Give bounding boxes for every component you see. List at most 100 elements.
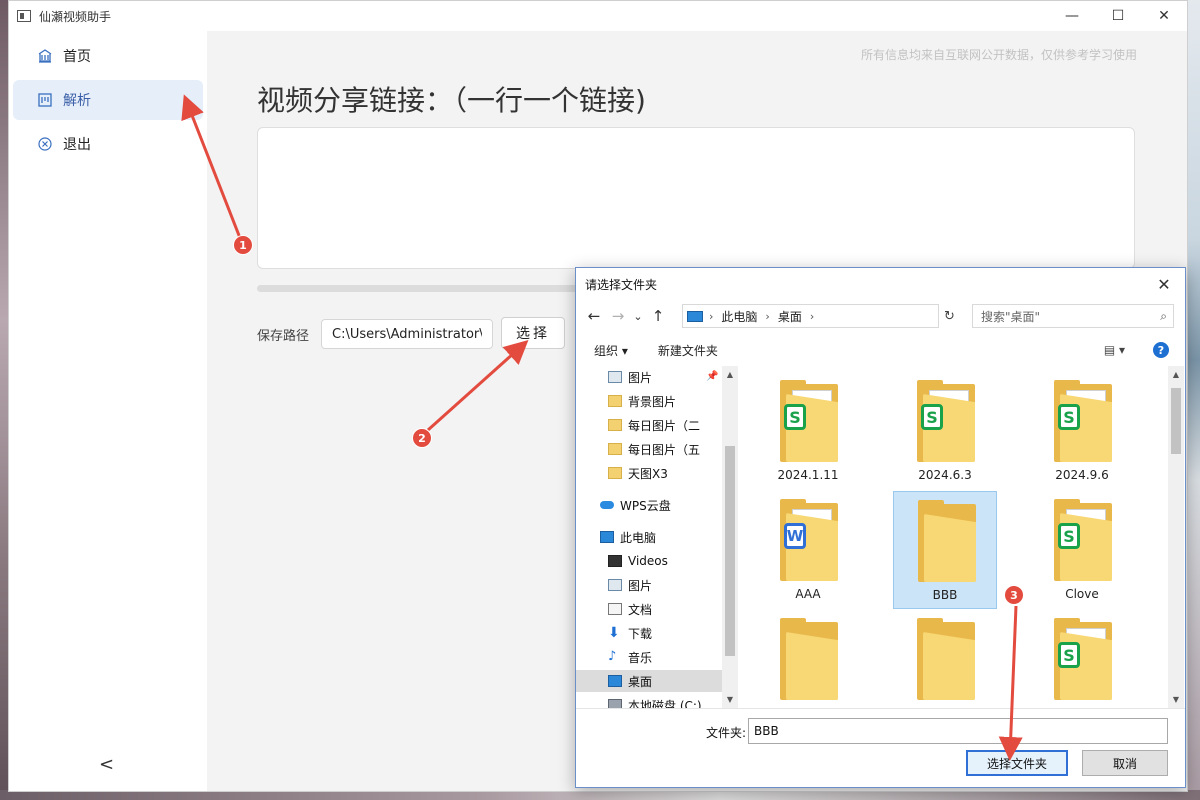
sidebar-item-label: 退出 [63, 137, 91, 153]
back-arrow-icon[interactable]: ← [582, 307, 606, 325]
minimize-button[interactable]: — [1049, 1, 1095, 31]
documents-icon [608, 603, 622, 615]
sidebar-item-parse[interactable]: 解析 [13, 80, 203, 120]
folder-name: AAA [795, 587, 821, 601]
organize-menu[interactable]: 组织 ▾ [594, 342, 628, 359]
sidebar-item-home[interactable]: 首页 [13, 36, 203, 76]
dialog-toolbar: 组织 ▾ 新建文件夹 ▤ ▾ ? [576, 334, 1185, 366]
scroll-down-icon[interactable]: ▼ [722, 695, 738, 704]
tree-item-pictures-quick[interactable]: 图片 [608, 366, 652, 388]
folder-icon [918, 500, 976, 582]
tree-item-folder[interactable]: 背景图片 [608, 390, 676, 412]
tree-item-label: 桌面 [628, 674, 653, 689]
tree-item-label: 此电脑 [620, 530, 657, 545]
scroll-down-icon[interactable]: ▼ [1168, 695, 1184, 704]
folder-name-input[interactable] [748, 718, 1168, 744]
save-path-input[interactable] [321, 319, 493, 349]
tree-item-folder[interactable]: 每日图片（二 [608, 414, 700, 436]
annotation-marker-3: 3 [1004, 585, 1024, 605]
save-path-label: 保存路径 [257, 329, 310, 344]
tree-item-folder[interactable]: 天图X3 [608, 462, 668, 484]
tree-item-label: 本地磁盘 (C:) [628, 698, 702, 709]
folder-item[interactable]: S [1030, 610, 1134, 708]
chevron-right-icon: › [709, 309, 714, 323]
sidebar-item-label: 解析 [63, 93, 91, 109]
parse-icon [37, 92, 53, 108]
sidebar-item-exit[interactable]: 退出 [13, 124, 203, 164]
refresh-button[interactable]: ↻ [938, 304, 960, 328]
folder-item[interactable]: W AAA [756, 491, 860, 609]
breadcrumb-item[interactable]: 桌面 [778, 308, 802, 325]
folder-item[interactable] [893, 610, 997, 708]
tree-item-label: Videos [628, 554, 668, 568]
downloads-icon: ⬇ [608, 625, 620, 641]
tree-item-label: 图片 [628, 370, 653, 385]
select-folder-button[interactable]: 选择文件夹 [966, 750, 1068, 776]
tree-item-pictures[interactable]: 图片 [608, 574, 652, 596]
help-icon[interactable]: ? [1153, 342, 1169, 358]
scrollbar-thumb[interactable] [1171, 388, 1181, 454]
tree-item-label: 音乐 [628, 650, 653, 665]
dialog-navigation-bar: ← → ⌄ ↑ › 此电脑 › 桌面 › ↻ 搜索"桌面" ⌕ [576, 300, 1185, 332]
search-input[interactable]: 搜索"桌面" ⌕ [972, 304, 1174, 328]
folder-icon [608, 443, 622, 455]
computer-icon [600, 531, 614, 543]
tree-item-documents[interactable]: 文档 [608, 598, 652, 620]
tree-item-music[interactable]: ♪ 音乐 [608, 646, 652, 668]
new-folder-button[interactable]: 新建文件夹 [658, 342, 718, 359]
forward-arrow-icon[interactable]: → [606, 307, 630, 325]
tree-item-label: 背景图片 [628, 394, 677, 409]
tree-item-wps-cloud[interactable]: WPS云盘 [600, 494, 671, 516]
tree-item-folder[interactable]: 每日图片（五 [608, 438, 700, 460]
wps-sheet-icon: S [1058, 404, 1080, 430]
computer-icon [687, 310, 703, 322]
tree-item-desktop[interactable]: 桌面 [576, 670, 722, 692]
folder-item[interactable]: S Clove [1030, 491, 1134, 609]
wps-sheet-icon: S [1058, 642, 1080, 668]
search-icon: ⌕ [1160, 308, 1167, 323]
app-icon [17, 10, 31, 22]
recent-locations-dropdown-icon[interactable]: ⌄ [630, 310, 646, 323]
folder-name: BBB [932, 588, 958, 602]
tree-item-this-pc[interactable]: 此电脑 [600, 526, 656, 548]
video-links-textarea[interactable] [257, 127, 1135, 269]
page-title: 视频分享链接：（一行一个链接) [257, 84, 646, 117]
cancel-button[interactable]: 取消 [1082, 750, 1168, 776]
tree-scrollbar[interactable]: ▲ ▼ [722, 366, 738, 708]
dialog-titlebar: 请选择文件夹 [576, 268, 1185, 300]
collapse-sidebar-button[interactable]: < [99, 754, 114, 775]
maximize-button[interactable]: ☐ [1095, 1, 1141, 31]
music-icon: ♪ [608, 649, 617, 664]
scrollbar-thumb[interactable] [725, 446, 735, 656]
folder-icon [780, 618, 838, 700]
choose-path-button[interactable]: 选择 [501, 317, 565, 349]
tree-item-downloads[interactable]: ⬇ 下载 [608, 622, 652, 644]
folder-icon: S [1054, 618, 1112, 700]
close-button[interactable]: ✕ [1141, 1, 1187, 31]
folder-item[interactable]: S 2024.9.6 [1030, 372, 1134, 490]
tree-item-label: 每日图片（二 [628, 418, 701, 433]
folder-name: 2024.6.3 [918, 468, 972, 482]
folder-item-selected[interactable]: BBB [893, 491, 997, 609]
up-arrow-icon[interactable]: ↑ [646, 307, 670, 325]
divider [576, 708, 1185, 709]
tree-item-label: 下载 [628, 626, 653, 641]
tree-item-videos[interactable]: Videos [608, 550, 668, 572]
folder-icon: S [1054, 499, 1112, 581]
dialog-close-button[interactable]: ✕ [1151, 272, 1177, 296]
scroll-up-icon[interactable]: ▲ [1168, 370, 1184, 379]
tree-item-local-disk[interactable]: 本地磁盘 (C:) [608, 694, 702, 708]
file-grid-scrollbar[interactable]: ▲ ▼ [1168, 366, 1184, 708]
home-icon [37, 48, 53, 64]
folder-item[interactable]: S 2024.1.11 [756, 372, 860, 490]
app-title: 仙瀬视频助手 [39, 9, 112, 24]
folder-item[interactable]: S 2024.6.3 [893, 372, 997, 490]
breadcrumb-item[interactable]: 此电脑 [721, 308, 757, 325]
view-options-button[interactable]: ▤ ▾ [1104, 343, 1125, 357]
scroll-up-icon[interactable]: ▲ [722, 370, 738, 379]
exit-icon [37, 136, 53, 152]
folder-item[interactable] [756, 610, 860, 708]
address-bar[interactable]: › 此电脑 › 桌面 › [682, 304, 960, 328]
titlebar: 仙瀬视频助手 — ☐ ✕ [9, 1, 1187, 31]
tree-item-label: 每日图片（五 [628, 442, 701, 457]
